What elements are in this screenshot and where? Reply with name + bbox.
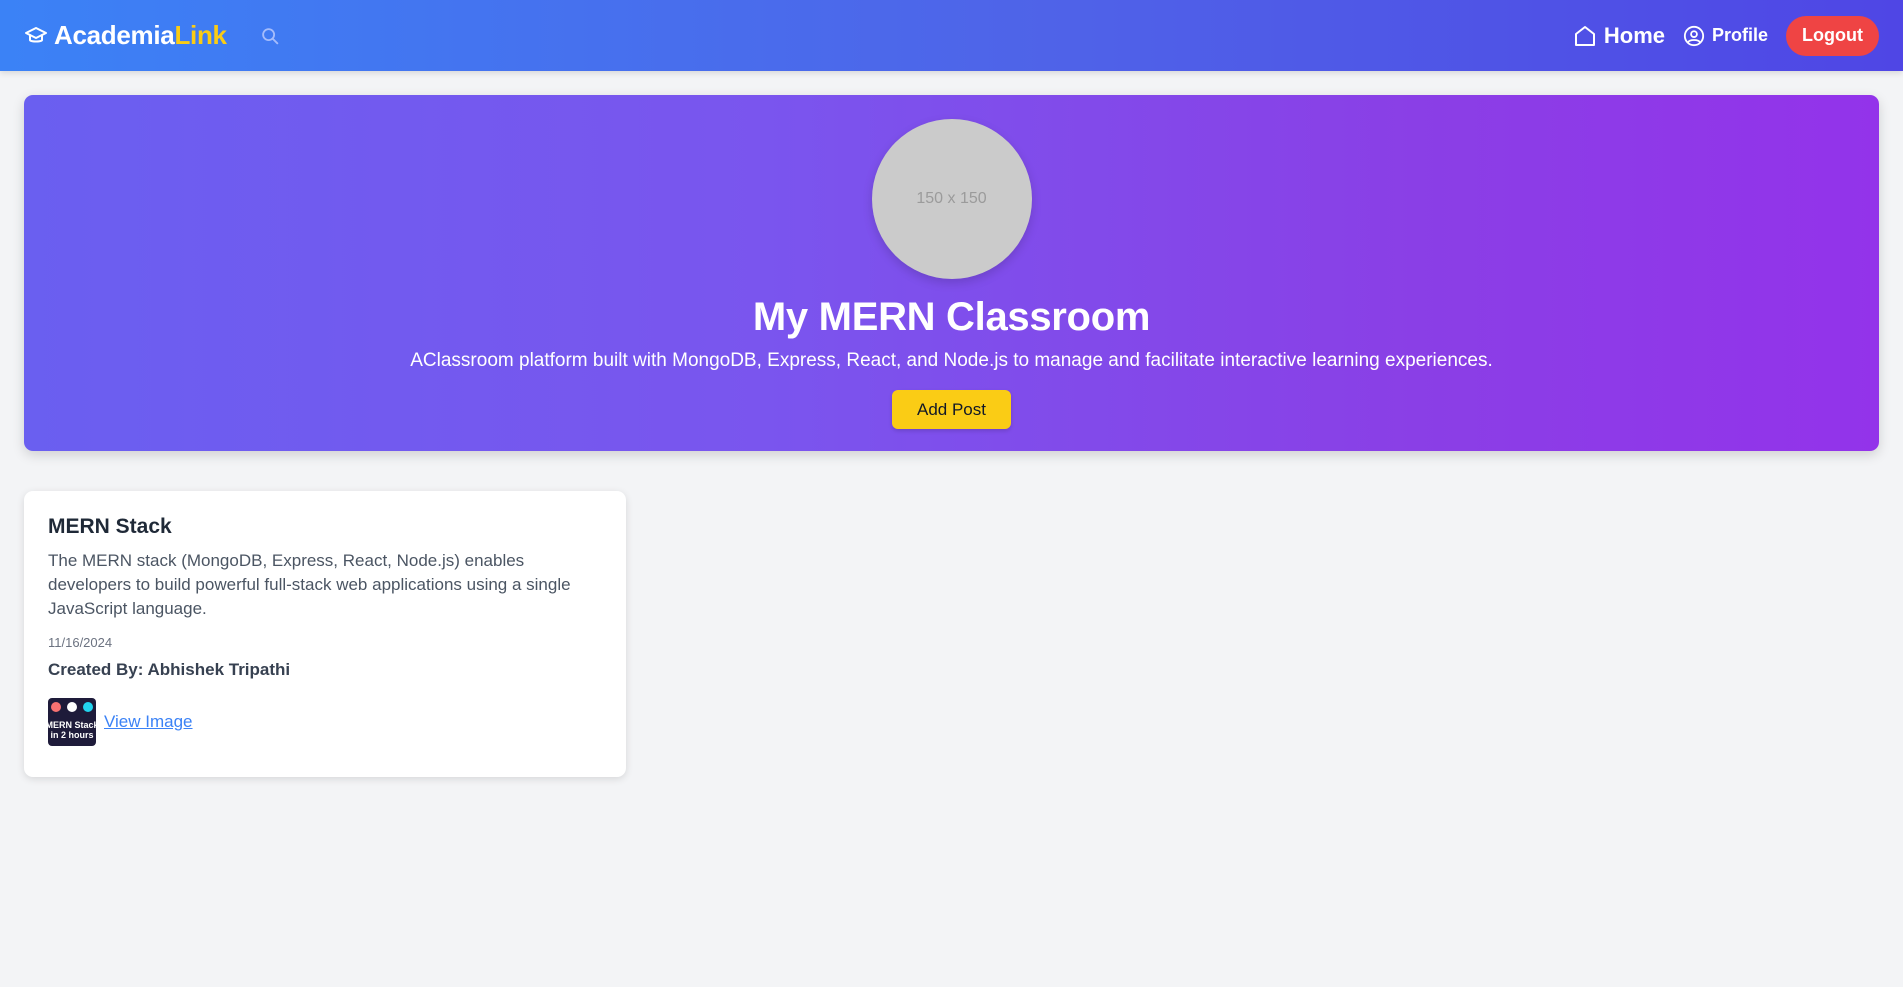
thumbnail-logo-dot (67, 702, 77, 712)
graduation-cap-icon (24, 24, 48, 48)
home-icon (1573, 24, 1597, 48)
post-description: The MERN stack (MongoDB, Express, React,… (48, 551, 571, 618)
brand-name-accent: Link (174, 20, 227, 50)
thumbnail-text-line-2: in 2 hours (50, 730, 94, 740)
post-title: MERN Stack (48, 515, 172, 538)
post-thumbnail[interactable]: MERN Stack in 2 hours (48, 698, 96, 746)
classroom-hero: 150 x 150 My MERN Classroom AClassroom p… (24, 95, 1879, 451)
nav-home-link[interactable]: Home (1573, 23, 1665, 49)
post-card: MERN Stack The MERN stack (MongoDB, Expr… (24, 491, 626, 777)
nav-home-label: Home (1603, 22, 1665, 48)
brand[interactable]: AcademiaLink (24, 20, 281, 51)
search-icon[interactable] (259, 25, 281, 47)
user-circle-icon (1683, 25, 1705, 47)
thumbnail-logos (51, 702, 93, 712)
brand-name-main: Academia (54, 20, 175, 50)
thumbnail-logo-dot (83, 702, 93, 712)
thumbnail-logo-dot (51, 702, 61, 712)
add-post-button[interactable]: Add Post (892, 390, 1011, 429)
navbar: AcademiaLink Home Profile Logout (0, 0, 1903, 71)
nav-profile-link[interactable]: Profile (1683, 25, 1768, 47)
classroom-title: My MERN Classroom (752, 295, 1151, 339)
nav-profile-label: Profile (1712, 25, 1769, 45)
classroom-avatar-placeholder: 150 x 150 (871, 119, 1032, 279)
post-author: Created By: Abhishek Tripathi (48, 660, 291, 679)
post-date: 11/16/2024 (48, 635, 113, 650)
post-media: MERN Stack in 2 hours View Image (48, 698, 602, 746)
thumbnail-text-line-1: MERN Stack (48, 720, 96, 730)
brand-name: AcademiaLink (54, 20, 227, 51)
logout-button[interactable]: Logout (1786, 15, 1879, 56)
nav-menu: Home Profile Logout (1573, 15, 1879, 56)
classroom-description: AClassroom platform built with MongoDB, … (410, 350, 1493, 371)
view-image-link[interactable]: View Image (104, 712, 193, 732)
